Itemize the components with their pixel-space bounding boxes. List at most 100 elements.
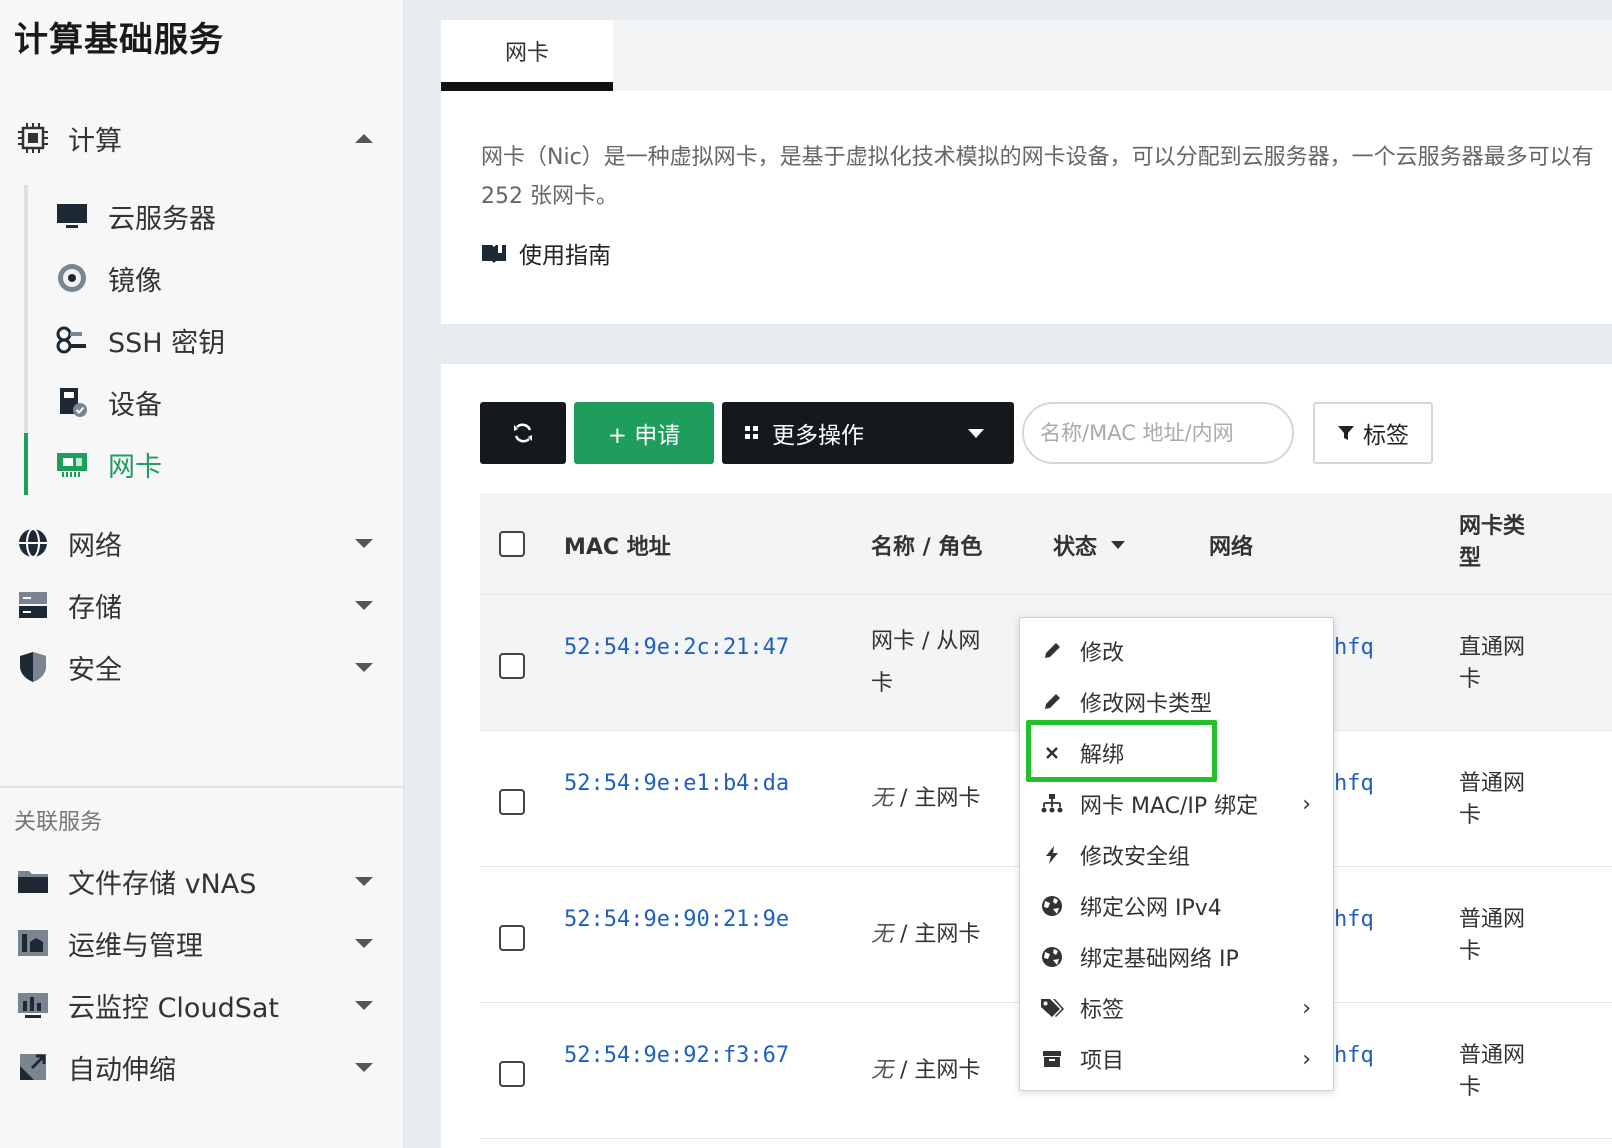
related-services-label: 关联服务 <box>14 810 103 835</box>
sidebar-item-nic[interactable]: 网卡 <box>28 434 404 494</box>
row-checkbox[interactable] <box>499 1061 525 1087</box>
row-checkbox[interactable] <box>499 789 525 815</box>
sidebar: 计算基础服务 计算 云服务器 镜像 SSH 密钥 设备 网卡 网络 存储 安全 … <box>0 0 404 1148</box>
mac-link[interactable]: 52:54:9e:2c:21:47 <box>564 632 804 664</box>
pencil-icon <box>1040 690 1064 714</box>
name-role: 无 / 主网卡 <box>871 786 981 811</box>
book-icon <box>482 244 506 263</box>
chevron-down-icon <box>355 1001 373 1010</box>
chevron-down-icon <box>355 939 373 948</box>
chevron-down-icon <box>355 601 373 610</box>
menu-item-security-group[interactable]: 修改安全组 <box>1020 830 1333 880</box>
nic-role: 主网卡 <box>914 1058 981 1083</box>
header-network: 网络 <box>1209 535 1254 560</box>
menu-item-tags[interactable]: 标签 › <box>1020 983 1333 1033</box>
refresh-icon <box>514 423 532 443</box>
chevron-down-icon <box>355 539 373 548</box>
menu-item-bind-public-ipv4[interactable]: 绑定公网 IPv4 <box>1020 881 1333 931</box>
mac-link[interactable]: 52:54:9e:92:f3:67 <box>564 1040 804 1072</box>
menu-item-label: 网卡 MAC/IP 绑定 <box>1080 794 1259 819</box>
tab-nic[interactable]: 网卡 <box>441 20 613 91</box>
refresh-button[interactable] <box>480 402 566 464</box>
nav-group-autoscale[interactable]: 自动伸缩 <box>0 1037 404 1097</box>
name-role: 无 / 主网卡 <box>871 922 981 947</box>
nav-group-label: 网络 <box>68 530 122 562</box>
menu-item-label: 绑定公网 IPv4 <box>1080 896 1222 921</box>
header-name-role: 名称 / 角色 <box>871 535 983 560</box>
menu-item-project[interactable]: 项目 › <box>1020 1034 1333 1084</box>
menu-item-mac-ip-bind[interactable]: 网卡 MAC/IP 绑定 › <box>1020 779 1333 829</box>
sidebar-item-images[interactable]: 镜像 <box>28 248 404 308</box>
sidebar-item-servers[interactable]: 云服务器 <box>28 186 404 246</box>
apply-button[interactable]: + 申请 <box>574 402 714 464</box>
network-link[interactable]: hfq <box>1334 771 1374 796</box>
more-actions-label: 更多操作 <box>772 423 864 449</box>
sidebar-item-label: 云服务器 <box>108 203 216 235</box>
tags-icon <box>1040 996 1064 1020</box>
more-actions-button[interactable]: 更多操作 <box>722 402 1014 464</box>
network-link[interactable]: hfq <box>1334 635 1374 660</box>
chevron-right-icon: › <box>1302 1046 1311 1072</box>
nic-role: 主网卡 <box>914 786 981 811</box>
nav-group-security[interactable]: 安全 <box>0 637 404 697</box>
nic-name: 网卡 <box>871 629 916 654</box>
network-link[interactable]: hfq <box>1334 1043 1374 1068</box>
menu-item-label: 标签 <box>1080 998 1125 1023</box>
globe-icon <box>16 526 50 560</box>
nav-group-compute[interactable]: 计算 <box>0 108 404 168</box>
ops-icon <box>16 926 50 960</box>
nic-role: 主网卡 <box>914 922 981 947</box>
search-input[interactable] <box>1022 402 1294 464</box>
chevron-up-icon <box>355 134 373 143</box>
row-checkbox[interactable] <box>499 653 525 679</box>
chevron-down-icon <box>968 429 984 438</box>
chevron-down-icon <box>355 663 373 672</box>
nav-group-network[interactable]: 网络 <box>0 513 404 573</box>
mac-link[interactable]: 52:54:9e:e1:b4:da <box>564 768 804 800</box>
nav-group-label: 安全 <box>68 654 122 686</box>
header-mac: MAC 地址 <box>564 535 671 560</box>
nic-name: 无 <box>871 922 894 947</box>
scale-icon <box>16 1050 50 1084</box>
grid-icon <box>745 426 758 439</box>
folder-icon <box>16 864 50 898</box>
nav-group-vnas[interactable]: 文件存储 vNAS <box>0 851 404 911</box>
bolt-icon <box>1040 843 1064 867</box>
nav-group-storage[interactable]: 存储 <box>0 575 404 635</box>
select-all-checkbox[interactable] <box>499 531 525 557</box>
header-nic-type: 网卡类型 <box>1459 514 1526 571</box>
nav-group-cloudsat[interactable]: 云监控 CloudSat <box>0 975 404 1035</box>
row-checkbox[interactable] <box>499 925 525 951</box>
cpu-icon <box>16 121 50 155</box>
nic-type: 普通网卡 <box>1459 771 1526 828</box>
sidebar-divider <box>0 786 404 788</box>
chart-icon <box>16 988 50 1022</box>
filter-icon <box>1338 426 1354 440</box>
chevron-down-icon <box>355 877 373 886</box>
menu-item-label: 修改 <box>1080 641 1125 666</box>
sidebar-item-label: 镜像 <box>108 265 162 297</box>
sidebar-item-devices[interactable]: 设备 <box>28 372 404 432</box>
nav-group-ops[interactable]: 运维与管理 <box>0 913 404 973</box>
sidebar-item-label: SSH 密钥 <box>108 327 226 359</box>
nic-type: 直通网卡 <box>1459 635 1526 692</box>
chevron-right-icon: › <box>1302 995 1311 1021</box>
sidebar-item-ssh-keys[interactable]: SSH 密钥 <box>28 310 404 370</box>
guide-link[interactable]: 使用指南 <box>481 236 611 270</box>
menu-item-edit[interactable]: 修改 <box>1020 626 1333 676</box>
tab-bar: 网卡 <box>441 20 1612 91</box>
tag-filter-button[interactable]: 标签 <box>1313 402 1433 464</box>
nic-description: 网卡（Nic）是一种虚拟网卡，是基于虚拟化技术模拟的网卡设备，可以分配到云服务器… <box>481 145 1594 209</box>
menu-item-bind-basic-ip[interactable]: 绑定基础网络 IP <box>1020 932 1333 982</box>
app-title: 计算基础服务 <box>14 20 224 60</box>
nic-name: 无 <box>871 1058 894 1083</box>
nav-group-label: 文件存储 vNAS <box>68 868 257 900</box>
mac-link[interactable]: 52:54:9e:90:21:9e <box>564 904 804 936</box>
globe-icon <box>1040 894 1064 918</box>
nic-type: 普通网卡 <box>1459 907 1526 964</box>
menu-item-label: 绑定基础网络 IP <box>1080 947 1239 972</box>
header-status[interactable]: 状态 <box>1053 529 1126 561</box>
nav-group-label: 云监控 CloudSat <box>68 992 279 1024</box>
intro-card: 网卡 网卡（Nic）是一种虚拟网卡，是基于虚拟化技术模拟的网卡设备，可以分配到云… <box>441 20 1612 324</box>
network-link[interactable]: hfq <box>1334 907 1374 932</box>
